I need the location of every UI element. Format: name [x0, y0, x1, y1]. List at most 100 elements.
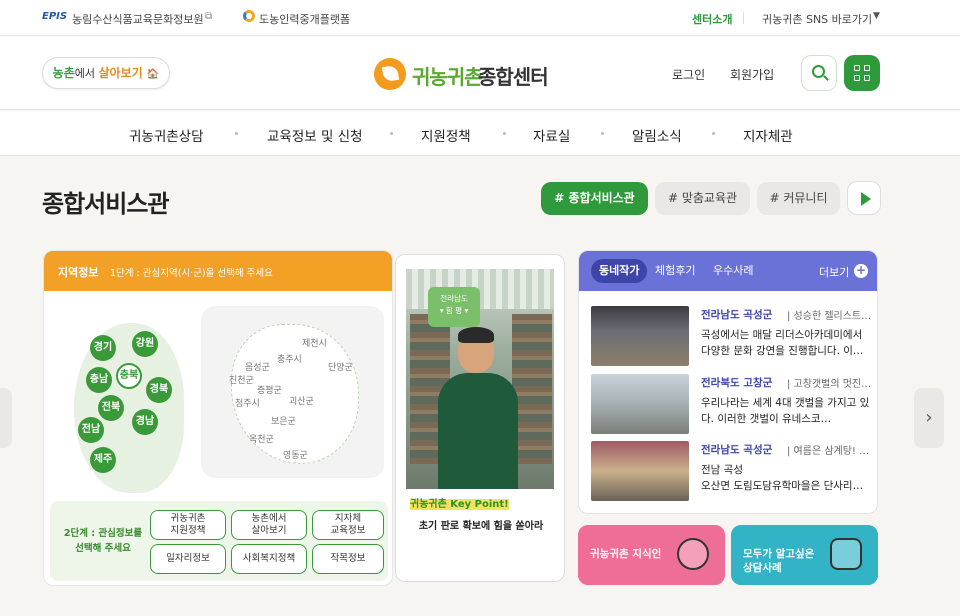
mushroom-shelf [512, 314, 552, 464]
keypoint-highlight: 귀농귀촌 Key Point! [410, 499, 509, 510]
list-item[interactable]: 전라남도 곡성군 | 여름은 삼계탕! … 전남 곡성 오산면 도림도담유학마을… [591, 441, 871, 501]
grid-icon [864, 75, 870, 81]
pill-text-rural: 농촌 [52, 66, 75, 80]
all-menu-button[interactable] [844, 55, 880, 91]
county-label[interactable]: 진천군 [229, 373, 254, 386]
grid-icon [854, 75, 860, 81]
chip-welfare[interactable]: 사회복지정책 [231, 544, 307, 574]
region-badge: 전라남도 ▾ 함 평 ▾ [428, 287, 480, 327]
more-link[interactable]: 더보기 [819, 264, 849, 280]
quick-label: 모두가 알고싶은 상담사례 [743, 548, 815, 574]
tab-general-service[interactable]: # 종합서비스관 [541, 182, 648, 215]
signup-link[interactable]: 회원가입 [730, 66, 774, 83]
news-panel: 동네작가 체험후기 우수사례 더보기 + 전라남도 곡성군 | 성승한 젤리스트… [578, 250, 878, 514]
nav-archive[interactable]: 자료실 [533, 125, 570, 145]
province-chungnam[interactable]: 충남 [86, 367, 112, 393]
badge-county: ▾ 함 평 ▾ [439, 306, 469, 315]
keypoint-label: 귀농귀촌 Key Point! [410, 495, 509, 510]
county-label[interactable]: 보은군 [271, 414, 296, 427]
tab-custom-education[interactable]: # 맞춤교육관 [655, 182, 750, 215]
map-area: 경기 강원 충남 충북 경북 전북 경남 전남 제주 제천시 충주시 음성군 단… [44, 291, 392, 499]
keypoint-text: 초기 판로 확보에 힘을 쏟아라 [418, 521, 544, 532]
county-label[interactable]: 음성군 [245, 360, 270, 373]
utility-bar: EPIS 농림수산식품교육문화정보원 ⧉ 도농인력중개플랫폼 센터소개 귀농귀촌… [0, 0, 960, 36]
keypoint-promo-card[interactable]: 전라남도 ▾ 함 평 ▾ 귀농귀촌 Key Point! 초기 판로 확보에 힘… [395, 254, 565, 582]
next-arrow-icon[interactable]: › [914, 388, 944, 448]
rural-living-button[interactable]: 농촌에서 살아보기 🏠 [42, 57, 170, 89]
nav-education[interactable]: 교육정보 및 신청 [267, 125, 363, 145]
article-desc: 전남 곡성 오산면 도림도담유학마을은 단사리… [701, 464, 864, 492]
plus-icon[interactable]: + [854, 264, 868, 278]
province-gangwon[interactable]: 강원 [132, 331, 158, 357]
article-region: 전라남도 곡성군 [701, 444, 773, 456]
pill-text-at: 에서 [74, 67, 99, 80]
nav-separator [503, 132, 506, 135]
center-intro-link[interactable]: 센터소개 [692, 11, 732, 27]
consult-cases-button[interactable]: 모두가 알고싶은 상담사례 [731, 525, 878, 585]
chip-local-education[interactable]: 지자체 교육정보 [312, 510, 384, 540]
nav-separator [601, 132, 604, 135]
nav-support-policy[interactable]: 지원정책 [421, 125, 471, 145]
labor-platform-link[interactable]: 도농인력중개플랫폼 [259, 11, 350, 27]
login-link[interactable]: 로그인 [672, 66, 705, 83]
province-gyeongbuk[interactable]: 경북 [146, 377, 172, 403]
farmer-photo: 전라남도 ▾ 함 평 ▾ [406, 269, 554, 489]
province-jeju[interactable]: 제주 [90, 447, 116, 473]
county-label[interactable]: 단양군 [328, 360, 353, 373]
county-label[interactable]: 증평군 [257, 383, 282, 396]
tab-best-cases[interactable]: 우수사례 [705, 259, 761, 283]
nav-local-gov[interactable]: 지자체관 [743, 125, 793, 145]
chip-rural-living[interactable]: 농촌에서 살아보기 [231, 510, 307, 540]
quick-label: 귀농귀촌 지식인 [590, 548, 662, 560]
province-chungbuk[interactable]: 충북 [116, 363, 142, 389]
nav-news[interactable]: 알림소식 [632, 125, 682, 145]
province-gyeongnam[interactable]: 경남 [132, 409, 158, 435]
nav-consulting[interactable]: 귀농귀촌상담 [129, 125, 204, 145]
region-card-header: 지역정보 1단계 : 관심지역(시·군)을 선택해 주세요 [44, 251, 392, 291]
chip-jobs[interactable]: 일자리정보 [150, 544, 226, 574]
knowledge-qa-button[interactable]: 귀농귀촌 지식인 [578, 525, 725, 585]
search-button[interactable] [801, 55, 837, 91]
province-jeonbuk[interactable]: 전북 [98, 395, 124, 421]
tab-community[interactable]: # 커뮤니티 [757, 182, 840, 215]
platform-logo-icon [243, 10, 255, 22]
chevron-down-icon[interactable]: ▼ [873, 11, 880, 21]
badge-province: 전라남도 [440, 294, 468, 303]
county-label[interactable]: 청주시 [235, 396, 260, 409]
list-item[interactable]: 전라남도 곡성군 | 성승한 젤리스트… 곡성에서는 매달 리더스아카데미에서 … [591, 306, 871, 366]
county-label[interactable]: 영동군 [283, 448, 308, 461]
county-map: 제천시 충주시 음성군 단양군 진천군 증평군 청주시 괴산군 보은군 옥천군 … [201, 306, 384, 478]
step2-panel: 2단계 : 관심정보를 선택해 주세요 귀농귀촌 지원정책 농촌에서 살아보기 … [50, 501, 388, 581]
region-step1-text: 1단계 : 관심지역(시·군)을 선택해 주세요 [110, 268, 273, 279]
tab-reviews[interactable]: 체험후기 [647, 259, 703, 283]
news-panel-header: 동네작가 체험후기 우수사례 더보기 + [579, 251, 877, 291]
search-icon-handle [823, 75, 829, 81]
county-label[interactable]: 제천시 [302, 336, 327, 349]
article-thumbnail [591, 306, 689, 366]
article-title: | 고창갯벌의 멋진… [787, 379, 872, 390]
tab-local-writers[interactable]: 동네작가 [591, 259, 648, 283]
sns-dropdown[interactable]: 귀농귀촌 SNS 바로가기 [762, 11, 872, 27]
epis-logo[interactable]: EPIS [42, 11, 67, 22]
logo-text-green: 귀농귀촌 [412, 65, 483, 89]
chip-return-policy[interactable]: 귀농귀촌 지원정책 [150, 510, 226, 540]
article-desc: 곡성에서는 매달 리더스아카데미에서 다양한 문화 강연을 진행합니다. 이… [701, 329, 864, 357]
article-region: 전라남도 곡성군 [701, 309, 773, 321]
epis-site-link[interactable]: 농림수산식품교육문화정보원 [72, 11, 204, 27]
article-title: | 성승한 젤리스트… [787, 311, 872, 322]
grid-icon [854, 65, 860, 71]
province-gyeonggi[interactable]: 경기 [90, 335, 116, 361]
play-icon[interactable] [847, 181, 881, 215]
prev-arrow[interactable] [0, 388, 12, 448]
county-label[interactable]: 괴산군 [289, 394, 314, 407]
county-label[interactable]: 옥천군 [249, 432, 274, 445]
province-jeonnam[interactable]: 전남 [78, 417, 104, 443]
logo-text-dark: 종합센터 [478, 65, 549, 89]
list-item[interactable]: 전라북도 고창군 | 고창갯벌의 멋진… 우리나라는 세계 4대 갯벌을 가지고… [591, 374, 871, 434]
chip-crops[interactable]: 작목정보 [312, 544, 384, 574]
county-label[interactable]: 충주시 [277, 352, 302, 365]
nav-separator [235, 132, 238, 135]
divider [743, 12, 744, 24]
main-navigation: 귀농귀촌상담 교육정보 및 신청 지원정책 자료실 알림소식 지자체관 [0, 111, 960, 156]
nav-separator [712, 132, 715, 135]
